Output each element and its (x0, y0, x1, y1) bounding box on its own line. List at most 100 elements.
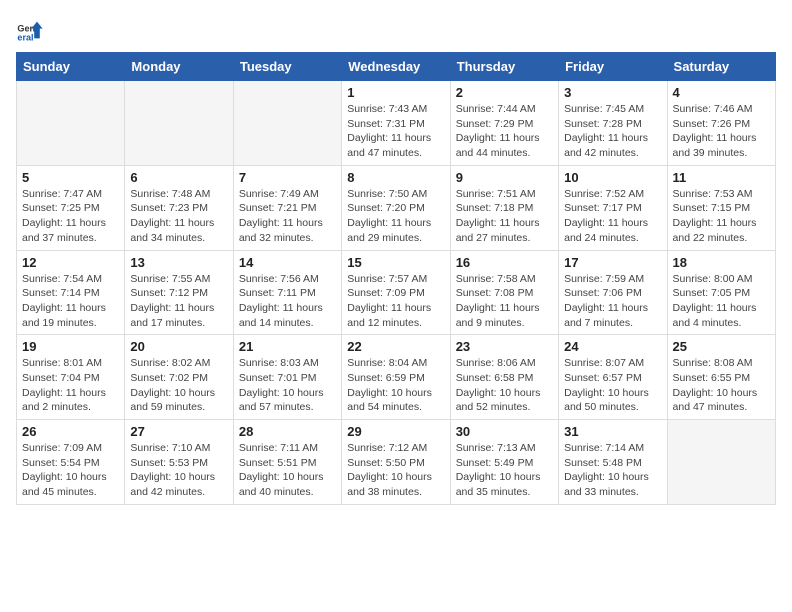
day-info: Sunrise: 7:56 AMSunset: 7:11 PMDaylight:… (239, 272, 336, 331)
calendar-cell: 9 Sunrise: 7:51 AMSunset: 7:18 PMDaylight… (450, 165, 558, 250)
day-number: 28 (239, 424, 336, 439)
day-info: Sunrise: 7:13 AMSunset: 5:49 PMDaylight:… (456, 441, 553, 500)
day-number: 26 (22, 424, 119, 439)
day-info: Sunrise: 7:49 AMSunset: 7:21 PMDaylight:… (239, 187, 336, 246)
calendar-cell: 28 Sunrise: 7:11 AMSunset: 5:51 PMDayligh… (233, 420, 341, 505)
day-number: 16 (456, 255, 553, 270)
calendar-cell: 23 Sunrise: 8:06 AMSunset: 6:58 PMDayligh… (450, 335, 558, 420)
day-number: 6 (130, 170, 227, 185)
day-info: Sunrise: 8:02 AMSunset: 7:02 PMDaylight:… (130, 356, 227, 415)
day-info: Sunrise: 7:46 AMSunset: 7:26 PMDaylight:… (673, 102, 770, 161)
calendar-week-5: 26Sunrise: 7:09 AMSunset: 5:54 PMDayligh… (17, 420, 776, 505)
calendar-cell: 14 Sunrise: 7:56 AMSunset: 7:11 PMDayligh… (233, 250, 341, 335)
day-number: 11 (673, 170, 770, 185)
calendar-cell: 30 Sunrise: 7:13 AMSunset: 5:49 PMDayligh… (450, 420, 558, 505)
page-header: Gen eral (16, 16, 776, 44)
calendar-cell: 10 Sunrise: 7:52 AMSunset: 7:17 PMDayligh… (559, 165, 667, 250)
weekday-header-wednesday: Wednesday (342, 53, 450, 81)
calendar-cell: 11 Sunrise: 7:53 AMSunset: 7:15 PMDayligh… (667, 165, 775, 250)
day-number: 30 (456, 424, 553, 439)
calendar-cell: 24 Sunrise: 8:07 AMSunset: 6:57 PMDayligh… (559, 335, 667, 420)
day-info: Sunrise: 7:45 AMSunset: 7:28 PMDaylight:… (564, 102, 661, 161)
day-info: Sunrise: 8:08 AMSunset: 6:55 PMDaylight:… (673, 356, 770, 415)
calendar-cell: 8 Sunrise: 7:50 AMSunset: 7:20 PMDaylight… (342, 165, 450, 250)
calendar-cell: 27Sunrise: 7:10 AMSunset: 5:53 PMDayligh… (125, 420, 233, 505)
weekday-header-saturday: Saturday (667, 53, 775, 81)
day-number: 12 (22, 255, 119, 270)
day-number: 25 (673, 339, 770, 354)
calendar-cell (667, 420, 775, 505)
day-number: 7 (239, 170, 336, 185)
day-info: Sunrise: 8:01 AMSunset: 7:04 PMDaylight:… (22, 356, 119, 415)
svg-text:eral: eral (17, 33, 33, 43)
day-number: 1 (347, 85, 444, 100)
day-info: Sunrise: 7:54 AMSunset: 7:14 PMDaylight:… (22, 272, 119, 331)
day-info: Sunrise: 7:43 AMSunset: 7:31 PMDaylight:… (347, 102, 444, 161)
day-number: 18 (673, 255, 770, 270)
day-info: Sunrise: 7:48 AMSunset: 7:23 PMDaylight:… (130, 187, 227, 246)
day-info: Sunrise: 7:59 AMSunset: 7:06 PMDaylight:… (564, 272, 661, 331)
day-number: 9 (456, 170, 553, 185)
logo-icon: Gen eral (16, 16, 44, 44)
calendar-cell: 1 Sunrise: 7:43 AMSunset: 7:31 PMDaylight… (342, 81, 450, 166)
calendar-cell: 21 Sunrise: 8:03 AMSunset: 7:01 PMDayligh… (233, 335, 341, 420)
calendar-table: SundayMondayTuesdayWednesdayThursdayFrid… (16, 52, 776, 505)
day-info: Sunrise: 7:58 AMSunset: 7:08 PMDaylight:… (456, 272, 553, 331)
calendar-body: 1 Sunrise: 7:43 AMSunset: 7:31 PMDaylight… (17, 81, 776, 505)
day-number: 22 (347, 339, 444, 354)
day-number: 2 (456, 85, 553, 100)
day-info: Sunrise: 8:06 AMSunset: 6:58 PMDaylight:… (456, 356, 553, 415)
calendar-cell: 17 Sunrise: 7:59 AMSunset: 7:06 PMDayligh… (559, 250, 667, 335)
calendar-week-4: 19 Sunrise: 8:01 AMSunset: 7:04 PMDayligh… (17, 335, 776, 420)
day-info: Sunrise: 7:14 AMSunset: 5:48 PMDaylight:… (564, 441, 661, 500)
calendar-week-1: 1 Sunrise: 7:43 AMSunset: 7:31 PMDaylight… (17, 81, 776, 166)
day-number: 4 (673, 85, 770, 100)
calendar-cell (125, 81, 233, 166)
day-number: 5 (22, 170, 119, 185)
day-number: 20 (130, 339, 227, 354)
day-number: 19 (22, 339, 119, 354)
calendar-cell: 3 Sunrise: 7:45 AMSunset: 7:28 PMDaylight… (559, 81, 667, 166)
weekday-header-monday: Monday (125, 53, 233, 81)
calendar-cell: 19 Sunrise: 8:01 AMSunset: 7:04 PMDayligh… (17, 335, 125, 420)
calendar-cell: 5 Sunrise: 7:47 AMSunset: 7:25 PMDaylight… (17, 165, 125, 250)
day-info: Sunrise: 7:11 AMSunset: 5:51 PMDaylight:… (239, 441, 336, 500)
calendar-cell: 25 Sunrise: 8:08 AMSunset: 6:55 PMDayligh… (667, 335, 775, 420)
day-number: 27 (130, 424, 227, 439)
day-info: Sunrise: 7:52 AMSunset: 7:17 PMDaylight:… (564, 187, 661, 246)
day-info: Sunrise: 7:50 AMSunset: 7:20 PMDaylight:… (347, 187, 444, 246)
day-info: Sunrise: 7:51 AMSunset: 7:18 PMDaylight:… (456, 187, 553, 246)
calendar-cell: 31 Sunrise: 7:14 AMSunset: 5:48 PMDayligh… (559, 420, 667, 505)
day-info: Sunrise: 7:53 AMSunset: 7:15 PMDaylight:… (673, 187, 770, 246)
weekday-header-sunday: Sunday (17, 53, 125, 81)
weekday-header-tuesday: Tuesday (233, 53, 341, 81)
day-number: 3 (564, 85, 661, 100)
day-info: Sunrise: 7:55 AMSunset: 7:12 PMDaylight:… (130, 272, 227, 331)
day-info: Sunrise: 8:03 AMSunset: 7:01 PMDaylight:… (239, 356, 336, 415)
calendar-week-2: 5 Sunrise: 7:47 AMSunset: 7:25 PMDaylight… (17, 165, 776, 250)
day-info: Sunrise: 7:12 AMSunset: 5:50 PMDaylight:… (347, 441, 444, 500)
day-number: 31 (564, 424, 661, 439)
calendar-cell: 12 Sunrise: 7:54 AMSunset: 7:14 PMDayligh… (17, 250, 125, 335)
day-number: 24 (564, 339, 661, 354)
calendar-cell (233, 81, 341, 166)
calendar-cell: 22 Sunrise: 8:04 AMSunset: 6:59 PMDayligh… (342, 335, 450, 420)
day-number: 15 (347, 255, 444, 270)
calendar-cell (17, 81, 125, 166)
day-number: 21 (239, 339, 336, 354)
day-info: Sunrise: 8:00 AMSunset: 7:05 PMDaylight:… (673, 272, 770, 331)
day-number: 14 (239, 255, 336, 270)
day-number: 17 (564, 255, 661, 270)
day-number: 10 (564, 170, 661, 185)
calendar-cell: 15Sunrise: 7:57 AMSunset: 7:09 PMDayligh… (342, 250, 450, 335)
day-info: Sunrise: 8:07 AMSunset: 6:57 PMDaylight:… (564, 356, 661, 415)
weekday-header-thursday: Thursday (450, 53, 558, 81)
calendar-cell: 7 Sunrise: 7:49 AMSunset: 7:21 PMDaylight… (233, 165, 341, 250)
day-number: 23 (456, 339, 553, 354)
calendar-cell: 29Sunrise: 7:12 AMSunset: 5:50 PMDayligh… (342, 420, 450, 505)
calendar-cell: 26Sunrise: 7:09 AMSunset: 5:54 PMDayligh… (17, 420, 125, 505)
weekday-header-row: SundayMondayTuesdayWednesdayThursdayFrid… (17, 53, 776, 81)
day-info: Sunrise: 7:47 AMSunset: 7:25 PMDaylight:… (22, 187, 119, 246)
day-number: 8 (347, 170, 444, 185)
day-info: Sunrise: 8:04 AMSunset: 6:59 PMDaylight:… (347, 356, 444, 415)
